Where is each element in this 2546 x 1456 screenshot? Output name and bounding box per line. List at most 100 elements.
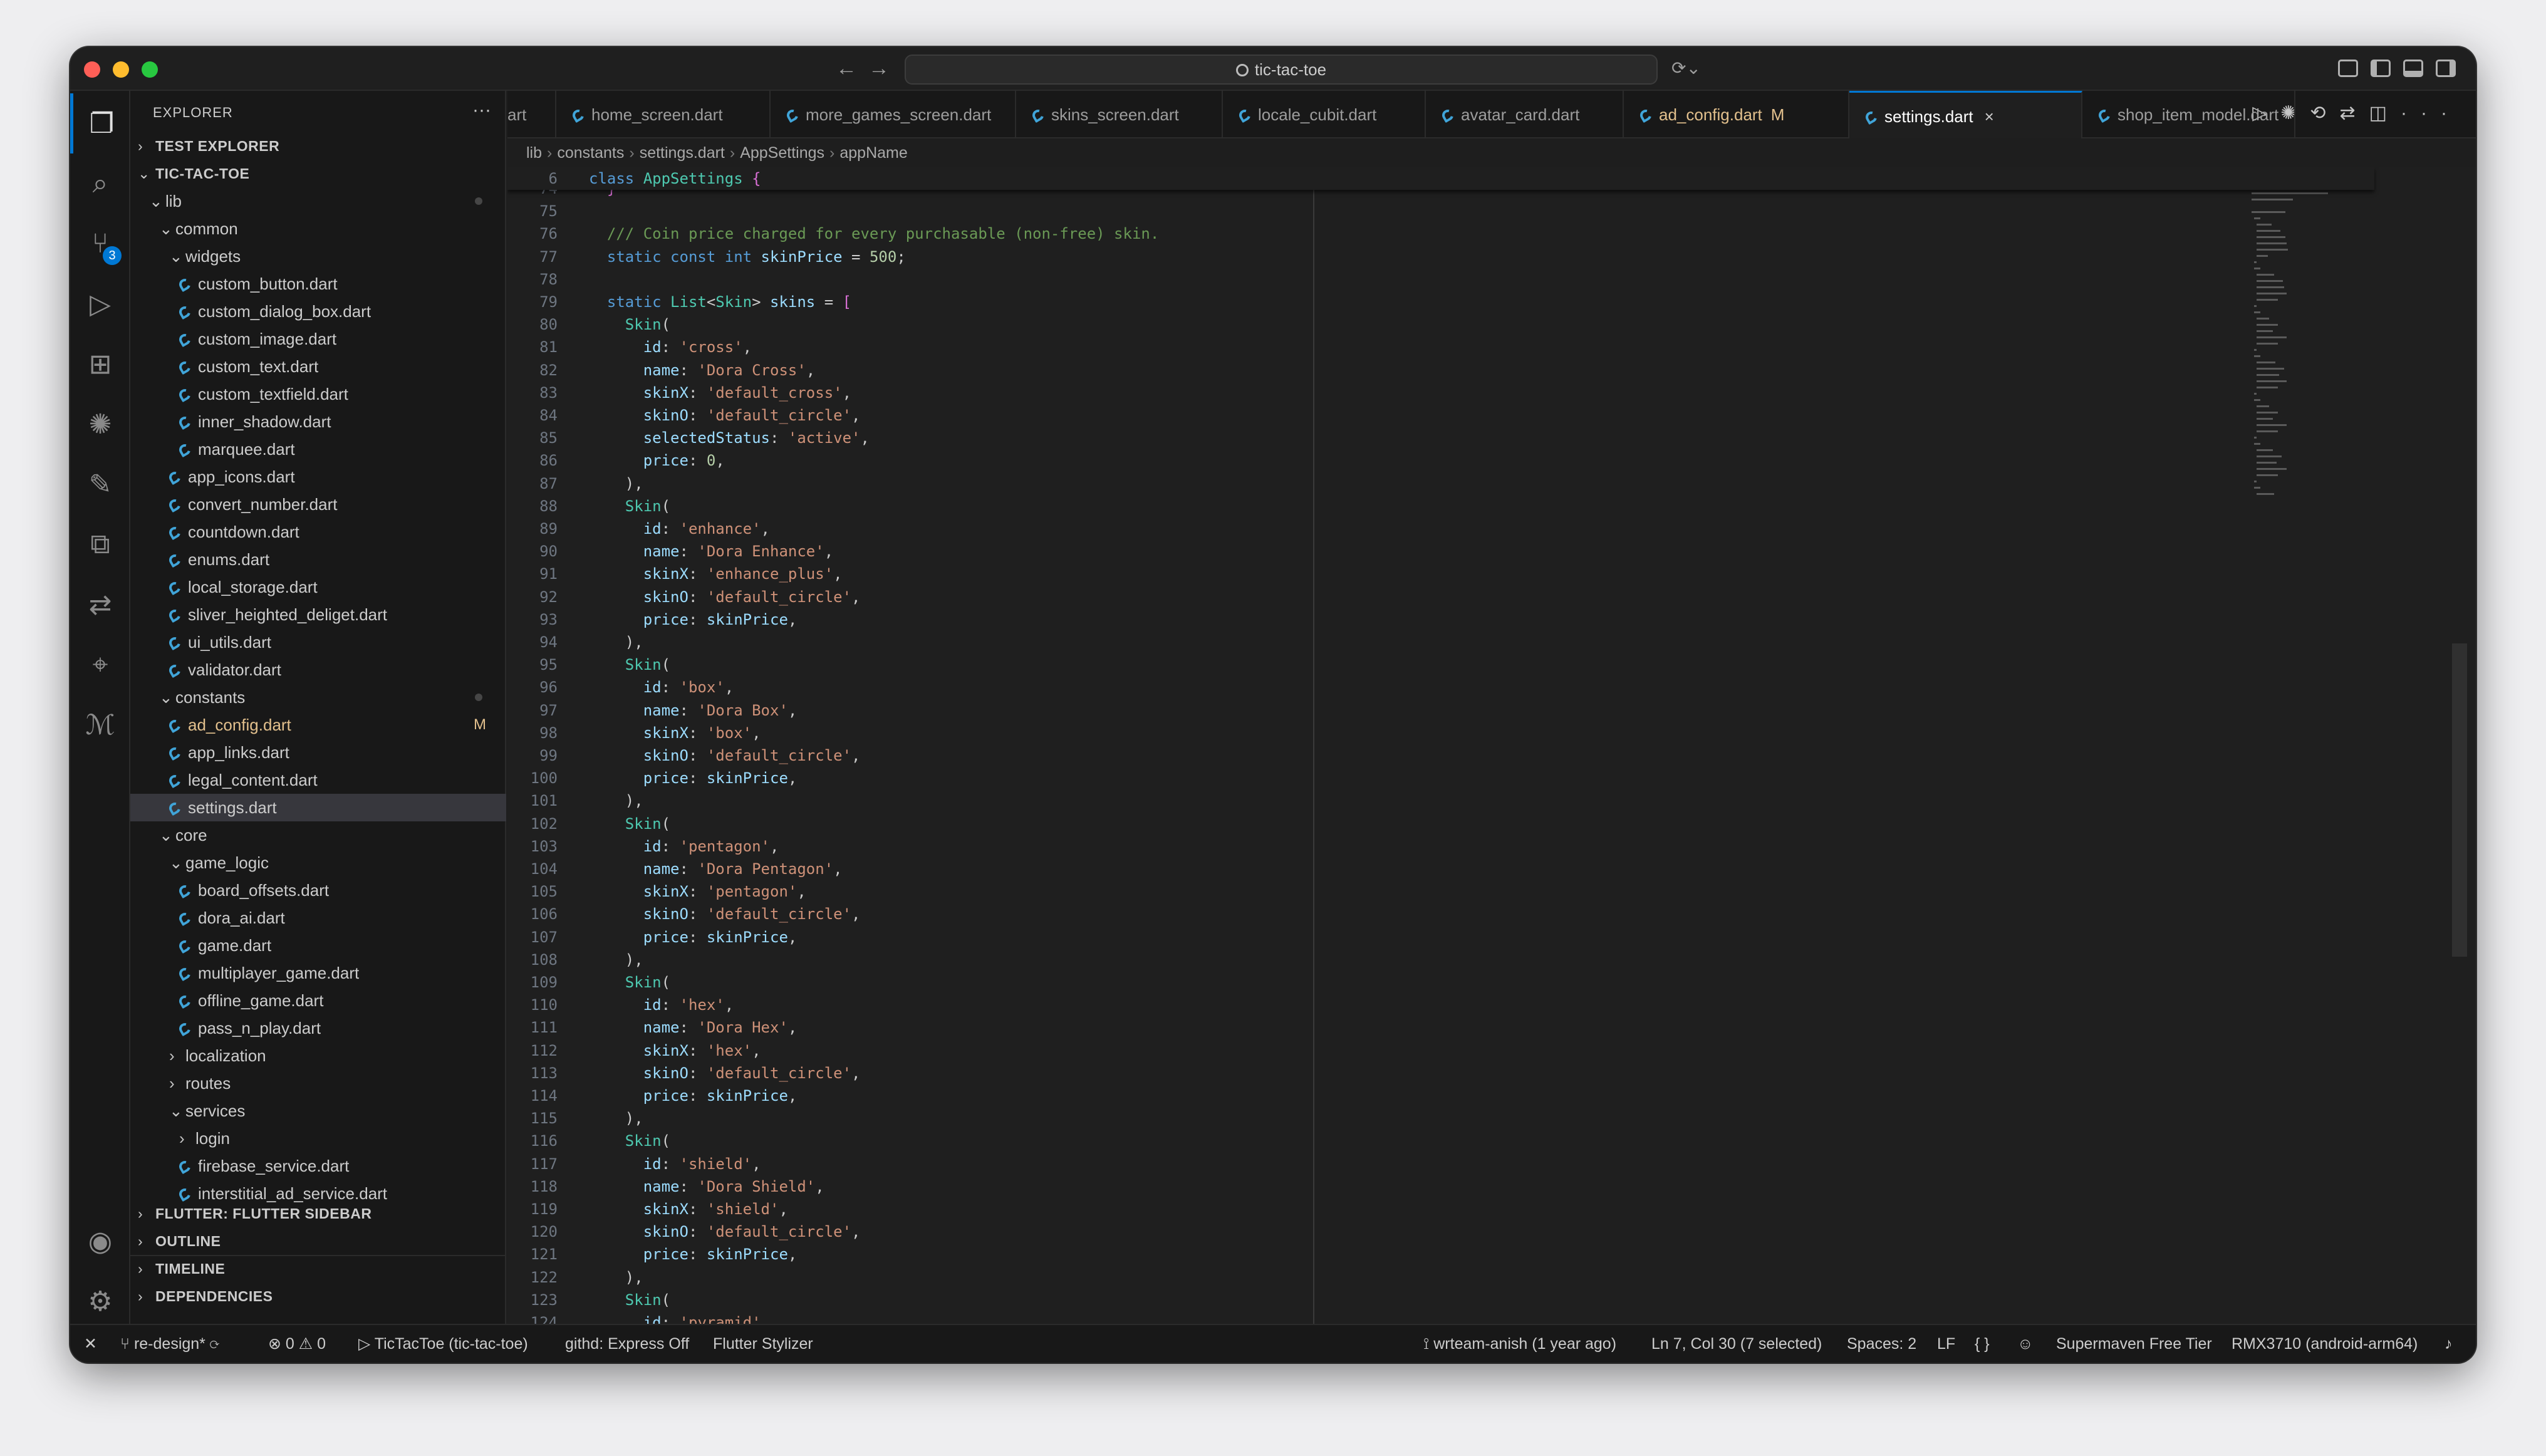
preview-icon[interactable]: ⌖ — [70, 635, 130, 695]
code-line[interactable]: 112 skinX: 'hex', — [507, 1039, 761, 1062]
tree-file-item[interactable]: marquee.dart — [130, 435, 506, 463]
tree-file-item[interactable]: legal_content.dart — [130, 766, 506, 794]
code-line[interactable]: 86 price: 0, — [507, 449, 725, 472]
code-line[interactable]: 78 — [507, 268, 558, 291]
toggle-primary-sidebar-icon[interactable] — [2371, 60, 2391, 77]
code-line[interactable]: 105 skinX: 'pentagon', — [507, 880, 806, 903]
back-arrow-icon[interactable]: ← — [836, 56, 857, 81]
tab[interactable]: ad_config.dart M — [1624, 91, 1849, 138]
tab[interactable]: more_games_screen.dart — [771, 91, 1016, 138]
code-line[interactable]: 95 Skin( — [507, 653, 670, 676]
tree-folder-item[interactable]: ⌄ constants — [130, 684, 506, 711]
tree-folder-item[interactable]: › routes — [130, 1069, 506, 1097]
code-line[interactable]: 114 price: skinPrice, — [507, 1084, 798, 1107]
code-line[interactable]: 87 ), — [507, 472, 643, 495]
problems-indicator[interactable]: ⊗ 0 ⚠ 0 — [268, 1325, 326, 1363]
indentation-indicator[interactable]: Spaces: 2 — [1847, 1325, 1916, 1363]
code-line[interactable]: 93 price: skinPrice, — [507, 608, 797, 631]
code-line[interactable]: 91 skinX: 'enhance_plus', — [507, 563, 843, 585]
githd-indicator[interactable]: githd: Express Off — [565, 1325, 689, 1363]
code-line[interactable]: 124 id: 'pyramid', — [507, 1311, 770, 1324]
tree-folder-item[interactable]: ⌄ game_logic — [130, 849, 506, 876]
tree-file-item[interactable]: custom_text.dart — [130, 353, 506, 380]
tree-file-item[interactable]: custom_image.dart — [130, 325, 506, 353]
command-center-search[interactable]: tic-tac-toe — [905, 55, 1658, 85]
flutter-icon[interactable]: ✺ — [70, 394, 130, 454]
run-debug-icon[interactable]: ▷ — [70, 274, 130, 334]
tree-file-item[interactable]: board_offsets.dart — [130, 876, 506, 904]
flutter-stylizer-indicator[interactable]: Flutter Stylizer — [713, 1325, 813, 1363]
code-line[interactable]: 82 name: 'Dora Cross', — [507, 359, 815, 382]
tree-file-item[interactable]: ui_utils.dart — [130, 628, 506, 656]
files-icon[interactable]: ❐ — [70, 93, 130, 153]
code-line[interactable]: 110 id: 'hex', — [507, 994, 734, 1016]
tree-file-item[interactable]: multiplayer_game.dart — [130, 959, 506, 987]
code-line[interactable]: 123 Skin( — [507, 1289, 670, 1311]
tree-folder-item[interactable]: ⌄ services — [130, 1097, 506, 1125]
project-indicator[interactable]: ▷ TicTacToe (tic-tac-toe) — [358, 1325, 528, 1363]
tree-file-item[interactable]: custom_dialog_box.dart — [130, 298, 506, 325]
sticky-scroll[interactable]: 6 class AppSettings { — [507, 167, 2374, 190]
tree-file-item[interactable]: offline_game.dart — [130, 987, 506, 1014]
tree-file-item[interactable]: firebase_service.dart — [130, 1152, 506, 1180]
tree-folder-item[interactable]: ⌄ lib — [130, 187, 506, 215]
git-blame-indicator[interactable]: ⟟ wrteam-anish (1 year ago) — [1423, 1325, 1616, 1363]
copilot-icon[interactable]: ⟳⌄ — [1671, 56, 1701, 81]
sidebar-section-header[interactable]: › FLUTTER: FLUTTER SIDEBAR — [130, 1200, 506, 1227]
sidebar-section-header[interactable]: ⌄ TIC-TAC-TOE — [130, 160, 506, 187]
code-line[interactable]: 96 id: 'box', — [507, 676, 734, 699]
code-line[interactable]: 107 price: skinPrice, — [507, 926, 798, 949]
device-indicator[interactable]: RMX3710 (android-arm64) — [2232, 1325, 2418, 1363]
close-window-button[interactable] — [84, 61, 100, 78]
code-line[interactable]: 85 selectedStatus: 'active', — [507, 427, 870, 449]
tab[interactable]: avatar_card.dart — [1426, 91, 1624, 138]
code-line[interactable]: 118 name: 'Dora Shield', — [507, 1175, 824, 1198]
cursor-position[interactable]: Ln 7, Col 30 (7 selected) — [1651, 1325, 1822, 1363]
tree-file-item[interactable]: convert_number.dart — [130, 491, 506, 518]
code-line[interactable]: 81 id: 'cross', — [507, 336, 752, 358]
zoom-window-button[interactable] — [142, 61, 158, 78]
breadcrumb-item[interactable]: lib — [526, 144, 542, 162]
tree-folder-item[interactable]: › localization — [130, 1042, 506, 1069]
search-icon[interactable]: ⌕ — [70, 153, 130, 214]
tree-file-item[interactable]: game.dart — [130, 932, 506, 959]
code-line[interactable]: 103 id: 'pentagon', — [507, 835, 779, 858]
sync-icon[interactable]: ⇄ — [70, 575, 130, 635]
settings-gear-icon[interactable]: ⚙ — [70, 1271, 130, 1331]
more-actions-icon[interactable]: ··· — [472, 100, 491, 121]
tree-file-item[interactable]: settings.dart — [130, 794, 506, 821]
code-line[interactable]: 100 price: skinPrice, — [507, 767, 798, 789]
code-line[interactable]: 99 skinO: 'default_circle', — [507, 744, 860, 767]
sidebar-section-header[interactable]: › TIMELINE — [130, 1255, 506, 1282]
code-line[interactable]: 113 skinO: 'default_circle', — [507, 1062, 861, 1084]
tree-file-item[interactable]: sliver_heighted_deliget.dart — [130, 601, 506, 628]
code-line[interactable]: 79 static List<Skin> skins = [ — [507, 291, 851, 313]
code-line[interactable]: 77 static const int skinPrice = 500; — [507, 246, 906, 268]
breadcrumb-item[interactable]: constants — [557, 144, 624, 162]
tree-file-item[interactable]: validator.dart — [130, 656, 506, 684]
code-line[interactable]: 104 name: 'Dora Pentagon', — [507, 858, 843, 880]
tree-file-item[interactable]: inner_shadow.dart — [130, 408, 506, 435]
tree-file-item[interactable]: app_icons.dart — [130, 463, 506, 491]
tree-file-item[interactable]: custom_button.dart — [130, 270, 506, 298]
account-icon[interactable]: ◉ — [70, 1211, 130, 1271]
breadcrumb-item[interactable]: settings.dart — [640, 144, 725, 162]
code-line[interactable]: 84 skinO: 'default_circle', — [507, 404, 860, 427]
toggle-panel-icon[interactable] — [2403, 60, 2423, 77]
branch-indicator[interactable]: ⑂ re-design* ⟳ — [120, 1325, 219, 1363]
toggle-secondary-sidebar-icon[interactable] — [2436, 60, 2456, 77]
code-line[interactable]: 75 — [507, 200, 558, 222]
code-line[interactable]: 88 Skin( — [507, 495, 670, 517]
code-line[interactable]: 122 ), — [507, 1266, 643, 1289]
code-line[interactable]: 97 name: 'Dora Box', — [507, 699, 797, 722]
testing-icon[interactable]: ✎ — [70, 454, 130, 514]
gitlens-icon[interactable]: ℳ — [70, 695, 130, 755]
code-line[interactable]: 80 Skin( — [507, 313, 670, 336]
code-line[interactable]: 120 skinO: 'default_circle', — [507, 1220, 861, 1243]
minimap[interactable] — [2249, 167, 2412, 543]
tab[interactable]: skins_screen.dart — [1016, 91, 1223, 138]
language-mode-indicator[interactable]: { } — [1975, 1325, 1990, 1363]
eol-indicator[interactable]: LF — [1937, 1325, 1955, 1363]
code-line[interactable]: 90 name: 'Dora Enhance', — [507, 540, 833, 563]
breadcrumb-item[interactable]: AppSettings — [740, 144, 824, 162]
